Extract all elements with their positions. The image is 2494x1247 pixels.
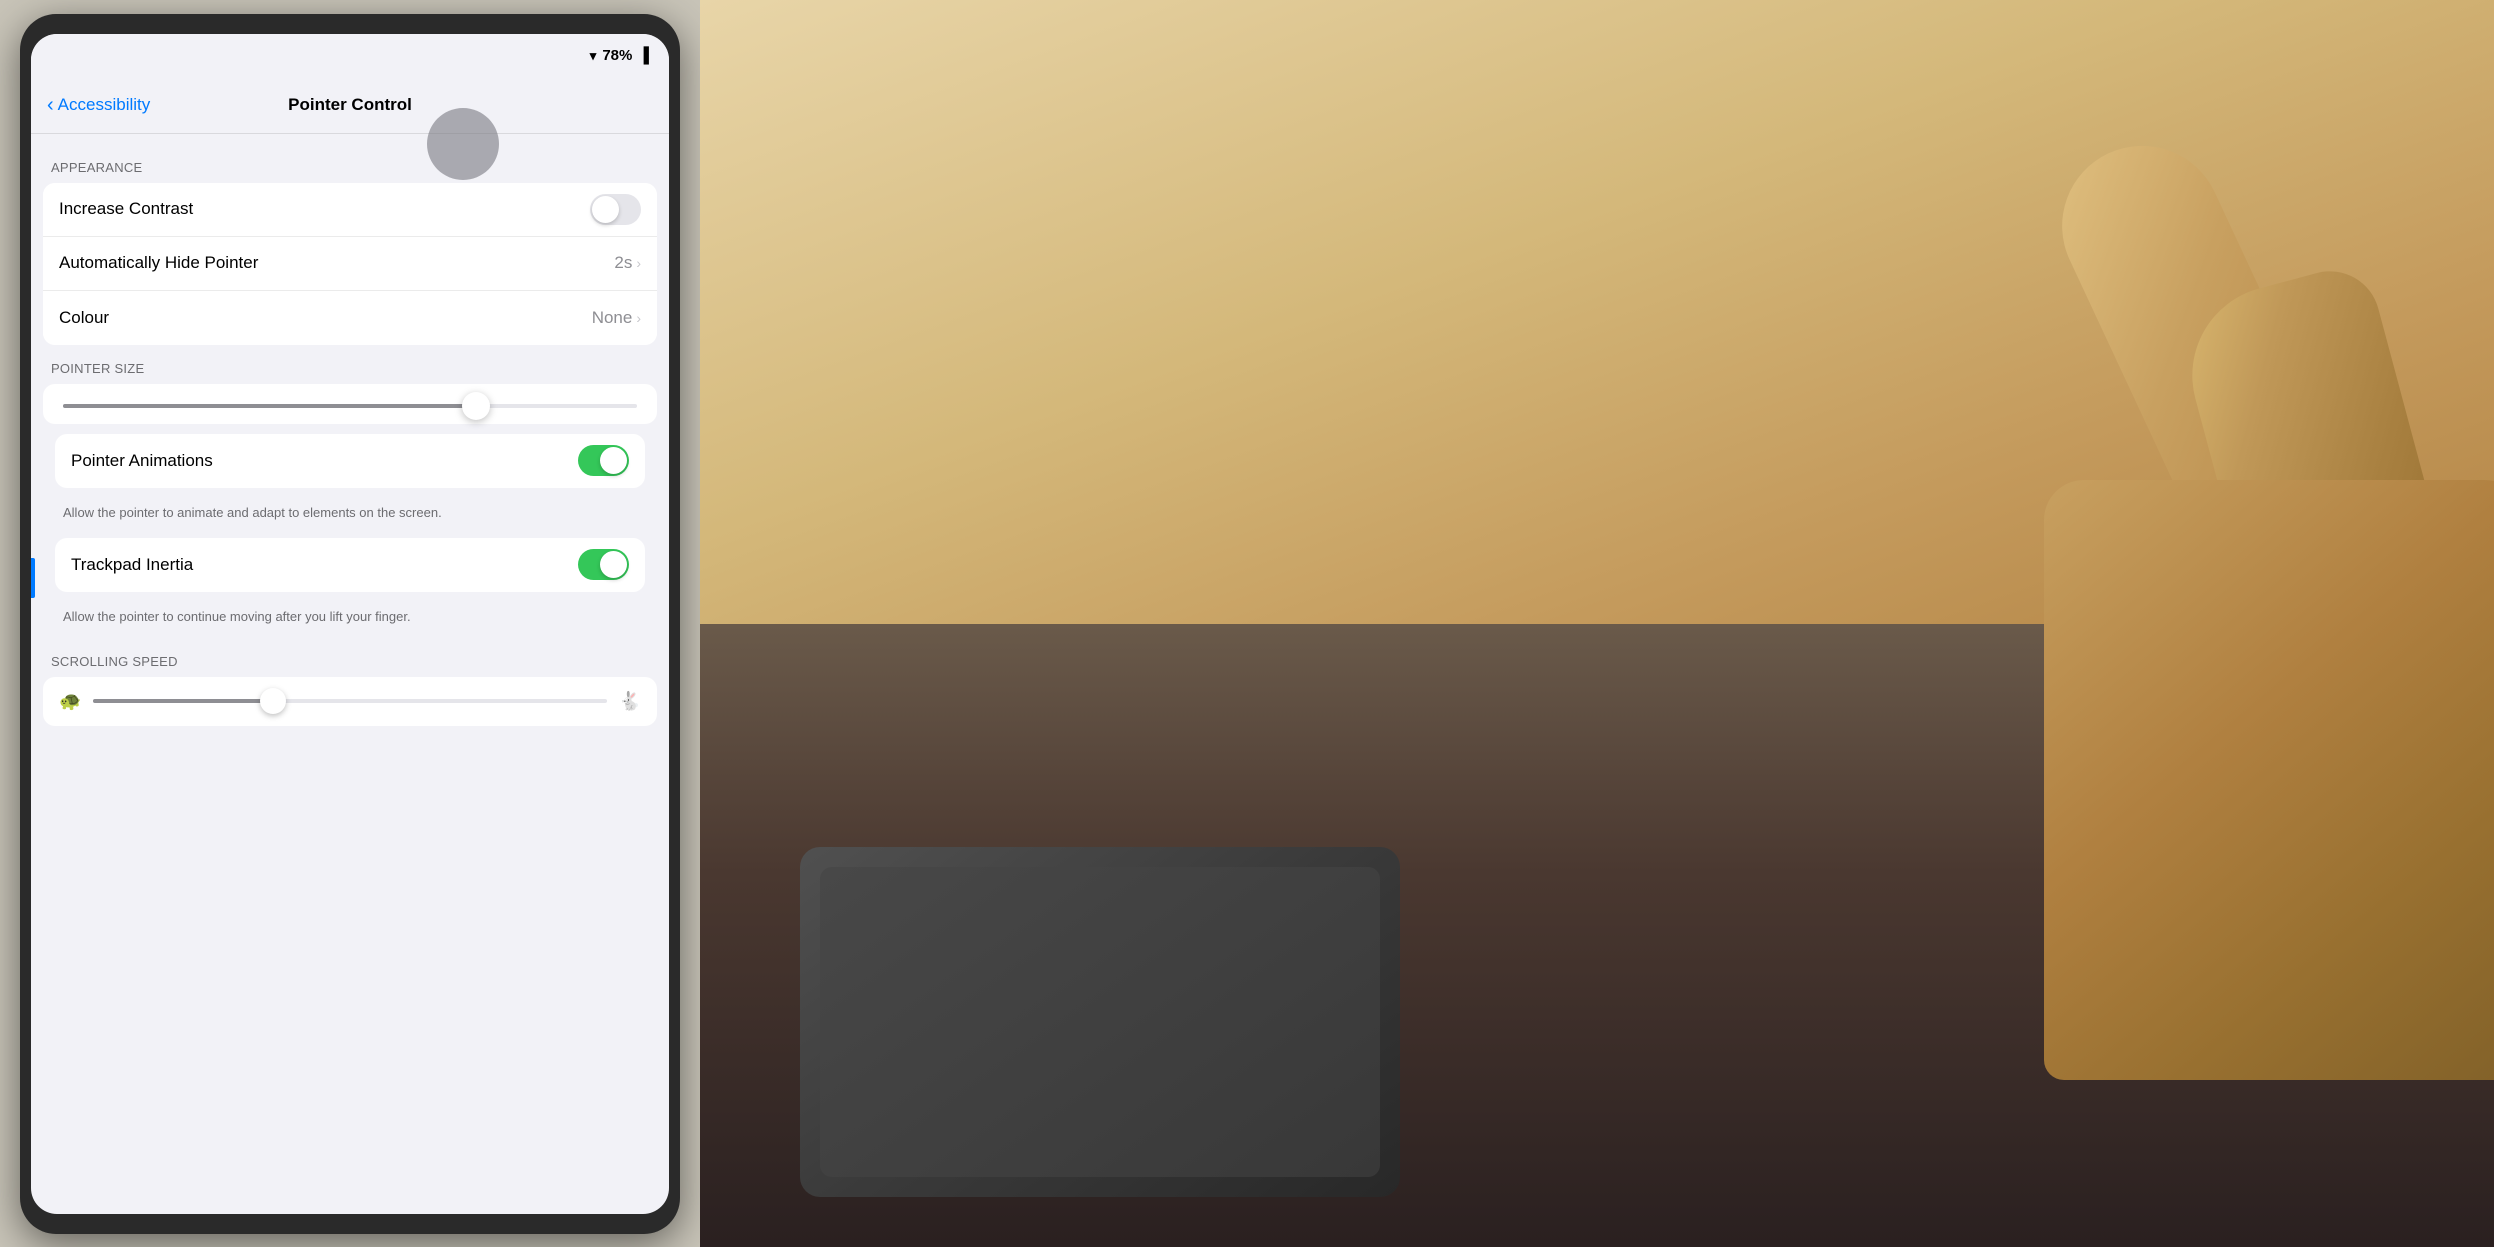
trackpad-inertia-label: Trackpad Inertia	[71, 555, 193, 575]
colour-value: None ›	[592, 308, 641, 328]
battery-percent: 78%	[602, 47, 632, 64]
trackpad-inertia-settings-group: Trackpad Inertia	[55, 538, 645, 592]
increase-contrast-toggle[interactable]	[590, 194, 641, 225]
trackpad-inertia-description: Allow the pointer to continue moving aft…	[43, 602, 657, 638]
left-accent	[31, 558, 35, 598]
back-chevron-icon: ‹	[47, 94, 54, 117]
pointer-animations-label: Pointer Animations	[71, 451, 213, 471]
scroll-fast-icon: 🐇	[619, 691, 641, 712]
trackpad-surface	[820, 867, 1380, 1177]
appearance-settings-group: Increase Contrast Automatically Hide Poi…	[43, 183, 657, 345]
pointer-size-section-header: POINTER SIZE	[31, 355, 669, 384]
increase-contrast-row[interactable]: Increase Contrast	[43, 183, 657, 237]
scroll-slow-icon: 🐢	[59, 691, 81, 712]
scrolling-speed-slider-row: 🐢 🐇	[43, 677, 657, 726]
pointer-size-slider-fill	[63, 404, 476, 408]
colour-value-text: None	[592, 308, 633, 328]
auto-hide-chevron-icon: ›	[636, 255, 641, 271]
toggle-knob-inertia	[600, 551, 627, 578]
pointer-size-slider-thumb[interactable]	[462, 392, 490, 420]
ipad-screen: ▾ 78% ▐ ‹ Accessibility Pointer Control	[31, 34, 669, 1214]
toggle-knob-animations	[600, 447, 627, 474]
pointer-size-slider-container	[43, 384, 657, 424]
colour-row[interactable]: Colour None ›	[43, 291, 657, 345]
photo-background	[700, 0, 2494, 1247]
battery-icon: ▐	[638, 47, 649, 64]
pointer-size-slider-track[interactable]	[63, 404, 637, 408]
scrolling-speed-section: SCROLLING SPEED 🐢 🐇	[31, 648, 669, 726]
settings-content[interactable]: APPEARANCE Increase Contrast Automatical…	[31, 134, 669, 1214]
nav-bar: ‹ Accessibility Pointer Control	[31, 78, 669, 134]
pointer-animations-settings-group: Pointer Animations	[55, 434, 645, 488]
pointer-size-slider-section	[43, 384, 657, 424]
palm	[2044, 480, 2494, 1080]
colour-label: Colour	[59, 308, 109, 328]
scrolling-speed-thumb[interactable]	[260, 688, 286, 714]
increase-contrast-label: Increase Contrast	[59, 199, 193, 219]
ipad-container: ▾ 78% ▐ ‹ Accessibility Pointer Control	[0, 0, 700, 1247]
auto-hide-pointer-label: Automatically Hide Pointer	[59, 253, 258, 273]
pointer-animations-group: Pointer Animations Allow the pointer to …	[43, 434, 657, 534]
scrolling-speed-header: SCROLLING SPEED	[31, 648, 669, 677]
auto-hide-value-text: 2s	[614, 253, 632, 273]
scrolling-speed-track[interactable]	[93, 699, 606, 703]
trackpad-device	[800, 847, 1400, 1197]
nav-bar-wrapper: ‹ Accessibility Pointer Control	[31, 78, 669, 134]
trackpad-inertia-toggle[interactable]	[578, 549, 629, 580]
pointer-animations-description: Allow the pointer to animate and adapt t…	[43, 498, 657, 534]
pointer-animations-toggle[interactable]	[578, 445, 629, 476]
auto-hide-pointer-row[interactable]: Automatically Hide Pointer 2s ›	[43, 237, 657, 291]
hand-finger-group	[1594, 80, 2494, 980]
nav-title: Pointer Control	[288, 95, 412, 115]
colour-chevron-icon: ›	[636, 310, 641, 326]
trackpad-inertia-group: Trackpad Inertia Allow the pointer to co…	[43, 538, 657, 638]
appearance-section-header: APPEARANCE	[31, 154, 669, 183]
status-bar: ▾ 78% ▐	[31, 34, 669, 78]
scrolling-speed-fill	[93, 699, 273, 703]
wifi-icon: ▾	[590, 48, 597, 64]
pointer-animations-row[interactable]: Pointer Animations	[55, 434, 645, 488]
nav-back-label: Accessibility	[58, 95, 151, 115]
trackpad-inertia-row[interactable]: Trackpad Inertia	[55, 538, 645, 592]
toggle-knob-contrast	[592, 196, 619, 223]
ipad-frame: ▾ 78% ▐ ‹ Accessibility Pointer Control	[20, 14, 680, 1234]
nav-back-button[interactable]: ‹ Accessibility	[47, 94, 150, 117]
auto-hide-pointer-value: 2s ›	[614, 253, 641, 273]
status-bar-content: ▾ 78% ▐	[590, 47, 649, 64]
